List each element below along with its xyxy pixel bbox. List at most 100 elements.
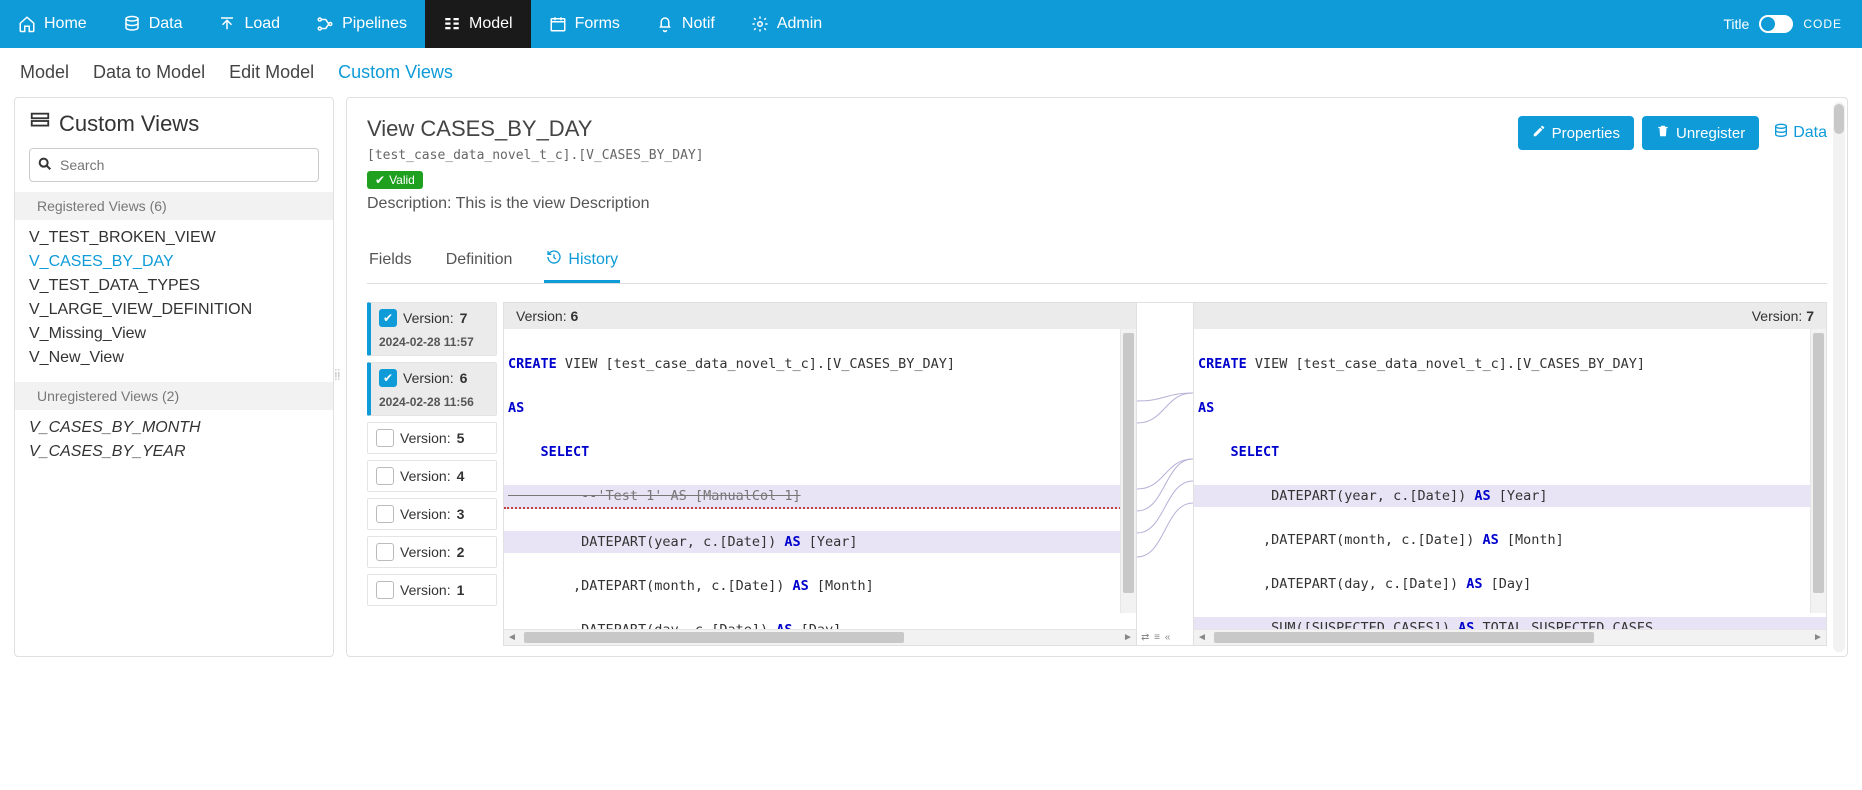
- view-title: View CASES_BY_DAY: [367, 116, 704, 142]
- view-item[interactable]: V_New_View: [29, 346, 319, 370]
- btn-label: Unregister: [1676, 125, 1745, 142]
- version-card[interactable]: Version: 3: [367, 498, 497, 530]
- version-card[interactable]: Version: 1: [367, 574, 497, 606]
- view-item[interactable]: V_Missing_View: [29, 322, 319, 346]
- version-prefix: Version:: [400, 506, 451, 522]
- view-item[interactable]: V_TEST_DATA_TYPES: [29, 274, 319, 298]
- nav-home[interactable]: Home: [0, 0, 105, 48]
- search-icon: [37, 156, 53, 175]
- data-link[interactable]: Data: [1773, 123, 1827, 144]
- version-checkbox[interactable]: [376, 429, 394, 447]
- nav-notif[interactable]: Notif: [638, 0, 733, 48]
- history-icon: [546, 249, 562, 270]
- right-code: CREATE VIEW [test_case_data_novel_t_c].[…: [1194, 329, 1826, 629]
- left-h-scrollbar[interactable]: ◄►: [504, 629, 1136, 645]
- left-code: CREATE VIEW [test_case_data_novel_t_c].[…: [504, 329, 1136, 629]
- version-prefix: Version:: [403, 370, 454, 386]
- version-prefix: Version:: [400, 430, 451, 446]
- nav-model[interactable]: Model: [425, 0, 531, 48]
- version-card[interactable]: Version: 2: [367, 536, 497, 568]
- nav-load[interactable]: Load: [200, 0, 298, 48]
- calendar-icon: [549, 15, 567, 33]
- version-checkbox[interactable]: ✔: [379, 369, 397, 387]
- title-label: Title: [1723, 16, 1749, 32]
- history-area: ✔Version: 7 2024-02-28 11:57 ✔Version: 6…: [367, 302, 1827, 646]
- properties-button[interactable]: Properties: [1518, 116, 1634, 150]
- version-number: 5: [457, 430, 465, 446]
- version-checkbox[interactable]: [376, 467, 394, 485]
- tab-history[interactable]: History: [544, 239, 620, 283]
- version-card[interactable]: Version: 5: [367, 422, 497, 454]
- view-item[interactable]: V_CASES_BY_YEAR: [29, 440, 319, 464]
- stack-icon: [29, 110, 51, 138]
- valid-text: Valid: [389, 173, 415, 187]
- btn-label: Properties: [1552, 125, 1620, 142]
- version-number: 6: [460, 370, 468, 386]
- nav-pipelines[interactable]: Pipelines: [298, 0, 425, 48]
- version-card[interactable]: Version: 4: [367, 460, 497, 492]
- subnav-model[interactable]: Model: [20, 62, 69, 83]
- diff-left-pane: Version: 6 CREATE VIEW [test_case_data_n…: [503, 302, 1137, 646]
- view-item[interactable]: V_CASES_BY_DAY: [29, 250, 319, 274]
- nav-label: Admin: [777, 15, 822, 33]
- subnav-edit-model[interactable]: Edit Model: [229, 62, 314, 83]
- nav-label: Pipelines: [342, 15, 407, 33]
- nav-data[interactable]: Data: [105, 0, 201, 48]
- gear-icon: [751, 15, 769, 33]
- home-icon: [18, 15, 36, 33]
- version-checkbox[interactable]: [376, 581, 394, 599]
- version-number: 2: [457, 544, 465, 560]
- subnav-data-to-model[interactable]: Data to Model: [93, 62, 205, 83]
- model-icon: [443, 15, 461, 33]
- main-panel: View CASES_BY_DAY [test_case_data_novel_…: [346, 97, 1848, 657]
- title-code-toggle[interactable]: [1759, 15, 1793, 33]
- subnav-custom-views[interactable]: Custom Views: [338, 62, 453, 83]
- bell-icon: [656, 15, 674, 33]
- version-number: 7: [460, 310, 468, 326]
- right-v-scrollbar[interactable]: [1810, 329, 1826, 613]
- nav-forms[interactable]: Forms: [531, 0, 638, 48]
- nav-label: Forms: [575, 15, 620, 33]
- view-qualified-name: [test_case_data_novel_t_c].[V_CASES_BY_D…: [367, 148, 704, 163]
- version-prefix: Version:: [400, 582, 451, 598]
- version-prefix: Version:: [400, 544, 451, 560]
- trash-icon: [1656, 124, 1670, 142]
- nav-admin[interactable]: Admin: [733, 0, 840, 48]
- search-input[interactable]: [29, 148, 319, 182]
- right-pane-header: Version: 7: [1194, 303, 1826, 329]
- right-h-scrollbar[interactable]: ◄►: [1194, 629, 1826, 645]
- code-label: CODE: [1803, 17, 1842, 31]
- database-icon: [1773, 123, 1789, 144]
- top-nav: Home Data Load Pipelines Model Forms Not…: [0, 0, 1862, 48]
- upload-icon: [218, 15, 236, 33]
- tab-label: History: [568, 251, 618, 269]
- version-number: 1: [457, 582, 465, 598]
- view-item[interactable]: V_CASES_BY_MONTH: [29, 416, 319, 440]
- database-icon: [123, 15, 141, 33]
- view-item[interactable]: V_TEST_BROKEN_VIEW: [29, 226, 319, 250]
- left-v-scrollbar[interactable]: [1120, 329, 1136, 613]
- version-card[interactable]: ✔Version: 6 2024-02-28 11:56: [367, 362, 497, 416]
- version-checkbox[interactable]: ✔: [379, 309, 397, 327]
- version-checkbox[interactable]: [376, 543, 394, 561]
- diff-right-pane: Version: 7 CREATE VIEW [test_case_data_n…: [1193, 302, 1827, 646]
- view-description: Description: This is the view Descriptio…: [367, 195, 704, 213]
- version-number: 4: [457, 468, 465, 484]
- version-date: 2024-02-28 11:57: [379, 335, 488, 349]
- nav-label: Model: [469, 15, 513, 33]
- detail-tabs: Fields Definition History: [367, 239, 1827, 284]
- unregistered-list: V_CASES_BY_MONTH V_CASES_BY_YEAR: [29, 410, 319, 476]
- tab-definition[interactable]: Definition: [444, 239, 515, 283]
- diff-gutter-controls[interactable]: ⇄ ≡ «: [1141, 632, 1171, 643]
- search-box: [29, 148, 319, 182]
- version-card[interactable]: ✔Version: 7 2024-02-28 11:57: [367, 302, 497, 356]
- tab-fields[interactable]: Fields: [367, 239, 414, 283]
- resize-handle[interactable]: ⠿⠿: [334, 373, 340, 381]
- main-scrollbar[interactable]: [1833, 102, 1845, 652]
- version-checkbox[interactable]: [376, 505, 394, 523]
- check-icon: ✔: [375, 173, 385, 187]
- versions-list: ✔Version: 7 2024-02-28 11:57 ✔Version: 6…: [367, 302, 497, 646]
- pencil-icon: [1532, 124, 1546, 142]
- unregister-button[interactable]: Unregister: [1642, 116, 1759, 150]
- view-item[interactable]: V_LARGE_VIEW_DEFINITION: [29, 298, 319, 322]
